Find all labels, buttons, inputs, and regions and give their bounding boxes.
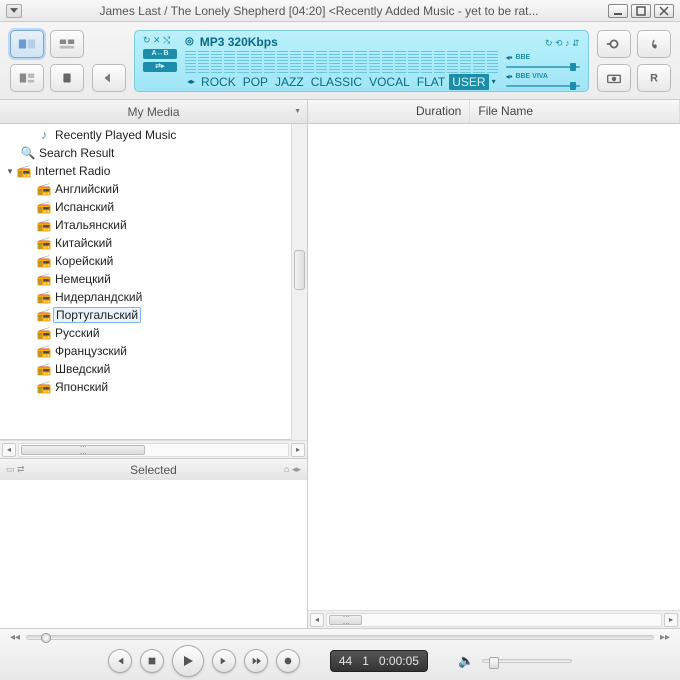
main-area: My Media ▼ ♪ Recently Played Music 🔍 Sea… [0,100,680,628]
broadcast-icon: ◎ [185,36,194,47]
bbe-slider-1[interactable] [506,66,580,68]
station-icon: 📻 [36,344,52,358]
view-mode-4-button[interactable] [50,64,84,92]
tree-item-station[interactable]: 📻Немецкий [0,270,307,288]
lcd-status-icons: ↻ ✕ ⤭ [143,35,177,46]
station-icon: 📻 [36,326,52,340]
media-tree[interactable]: ♪ Recently Played Music 🔍 Search Result … [0,124,307,440]
minimize-button[interactable] [608,4,628,18]
eq-preset-row[interactable]: ◂▸ ROCK POP JAZZ CLASSIC VOCAL FLAT USER… [185,74,498,90]
audio-format: MP3 320Kbps [200,35,278,49]
chevron-down-icon: ▼ [294,108,301,115]
visualizer-button[interactable] [597,30,631,58]
tree-item-recently-played[interactable]: ♪ Recently Played Music [0,126,307,144]
column-header[interactable]: Duration File Name [308,100,680,124]
tree-item-station[interactable]: 📻Японский [0,378,307,396]
play-button[interactable] [172,645,204,677]
time-display: 44 1 0:00:05 [330,650,428,672]
station-icon: 📻 [36,218,52,232]
tree-item-station[interactable]: 📻Испанский [0,198,307,216]
tree-vertical-scrollbar[interactable] [291,124,307,440]
tree-item-station[interactable]: 📻Итальянский [0,216,307,234]
file-list[interactable] [308,124,680,610]
volume-slider[interactable] [482,659,572,663]
station-icon: 📻 [36,290,52,304]
view-mode-1-button[interactable] [10,30,44,58]
title-bar: James Last / The Lonely Shepherd [04:20]… [0,0,680,22]
bbe-toggle[interactable]: ◂▪ [506,53,513,62]
list-horizontal-scrollbar[interactable]: ◂▸ [308,610,680,628]
station-icon: 📻 [36,272,52,286]
selected-panel-body [0,480,307,628]
nav-back-button[interactable] [92,64,126,92]
skip-button[interactable] [244,649,268,673]
maximize-button[interactable] [631,4,651,18]
tree-item-search-result[interactable]: 🔍 Search Result [0,144,307,162]
tree-horizontal-scrollbar[interactable]: ◂▸ [0,440,307,458]
tree-item-station[interactable]: 📻Португальский [0,306,307,324]
seek-slider[interactable] [26,635,654,640]
collapse-toggle[interactable]: ▾ [4,166,16,177]
tree-item-internet-radio[interactable]: ▾ 📻 Internet Radio [0,162,307,180]
burn-button[interactable] [637,30,671,58]
bbe-slider-2[interactable] [506,85,580,87]
selected-panel-header[interactable]: ▭ ⇄ Selected ⌂ ◂▸ [0,458,307,480]
record-button[interactable] [276,649,300,673]
next-track-button[interactable] [212,649,236,673]
ab-repeat-badge[interactable]: A↔B [143,49,177,59]
volume-icon[interactable]: 🔈 [458,653,474,669]
station-icon: 📻 [36,254,52,268]
close-button[interactable] [654,4,674,18]
lcd-mode-badge[interactable]: ⇄▸ [143,62,177,72]
column-filename[interactable]: File Name [470,100,680,123]
stop-button[interactable] [140,649,164,673]
tree-item-station[interactable]: 📻Французский [0,342,307,360]
left-pane: My Media ▼ ♪ Recently Played Music 🔍 Sea… [0,100,308,628]
spectrum-visualizer [185,51,498,73]
svg-text:R: R [650,72,658,84]
station-icon: 📻 [36,308,52,322]
column-duration[interactable]: Duration [408,100,470,123]
view-mode-2-button[interactable] [50,30,84,58]
bbe-viva-toggle[interactable]: ◂▪ [506,72,513,81]
station-icon: 📻 [36,362,52,376]
selected-right-icons[interactable]: ⌂ ◂▸ [284,464,301,475]
prev-track-button[interactable] [108,649,132,673]
toolbar: ↻ ✕ ⤭ A↔B ⇄▸ ◎ MP3 320Kbps ◂▸ ROCK POP J… [0,22,680,100]
lcd-right-icons: ↻ ⟲ ♪ ⇵ [506,38,580,49]
tree-item-station[interactable]: 📻Нидерландский [0,288,307,306]
tree-item-station[interactable]: 📻Русский [0,324,307,342]
seek-forward-icon[interactable]: ▸▸ [660,632,670,643]
left-pane-header[interactable]: My Media ▼ [0,100,307,124]
r-button[interactable]: R [637,64,671,92]
tree-item-station[interactable]: 📻Шведский [0,360,307,378]
window-title: James Last / The Lonely Shepherd [04:20]… [30,4,608,18]
capture-button[interactable] [597,64,631,92]
station-icon: 📻 [36,200,52,214]
seek-back-icon[interactable]: ◂◂ [10,632,20,643]
lcd-display: ↻ ✕ ⤭ A↔B ⇄▸ ◎ MP3 320Kbps ◂▸ ROCK POP J… [134,30,589,92]
selected-left-icons[interactable]: ▭ ⇄ [6,464,25,475]
station-icon: 📻 [36,236,52,250]
right-pane: Duration File Name ◂▸ [308,100,680,628]
music-note-icon: ♪ [36,128,52,142]
tree-item-station[interactable]: 📻Английский [0,180,307,198]
app-menu-button[interactable] [6,4,22,18]
tree-item-station[interactable]: 📻Китайский [0,234,307,252]
radio-icon: 📻 [16,164,32,178]
tree-item-station[interactable]: 📻Корейский [0,252,307,270]
station-icon: 📻 [36,182,52,196]
search-folder-icon: 🔍 [20,146,36,160]
view-mode-3-button[interactable] [10,64,44,92]
station-icon: 📻 [36,380,52,394]
playback-bar: ◂◂ ▸▸ 44 1 0:00:05 🔈 [0,628,680,680]
